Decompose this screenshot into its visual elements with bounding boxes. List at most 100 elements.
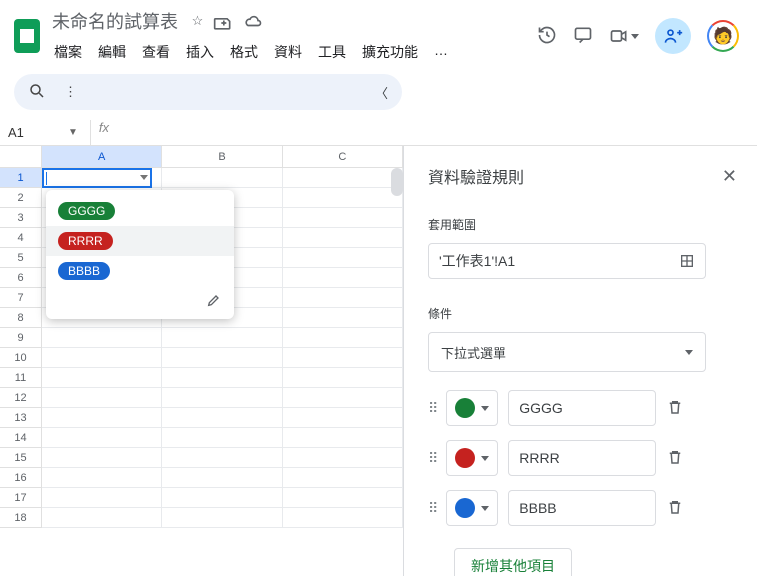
close-icon[interactable]: ✕ xyxy=(722,166,737,187)
cell[interactable] xyxy=(283,468,403,488)
row-header[interactable]: 18 xyxy=(0,508,42,528)
option-value-input[interactable]: RRRR xyxy=(508,440,656,476)
dropdown-option[interactable]: BBBB xyxy=(46,256,234,286)
spreadsheet-grid[interactable]: A B C 123456789101112131415161718 GGGG R… xyxy=(0,146,404,576)
row-header[interactable]: 9 xyxy=(0,328,42,348)
share-button[interactable] xyxy=(655,18,691,54)
menu-data[interactable]: 資料 xyxy=(268,38,308,66)
delete-icon[interactable] xyxy=(666,398,684,419)
sheets-logo-icon[interactable] xyxy=(14,19,40,53)
menu-more[interactable]: … xyxy=(428,38,454,66)
active-cell[interactable] xyxy=(42,168,152,188)
cell[interactable] xyxy=(283,188,403,208)
cell[interactable] xyxy=(283,448,403,468)
cell[interactable] xyxy=(283,288,403,308)
cell[interactable] xyxy=(162,428,282,448)
cell[interactable] xyxy=(283,368,403,388)
option-value-input[interactable]: GGGG xyxy=(508,390,656,426)
cell-dropdown-arrow-icon[interactable] xyxy=(140,175,148,180)
more-vert-icon[interactable]: ⋮ xyxy=(64,84,77,100)
drag-handle-icon[interactable]: ⠿ xyxy=(428,450,436,467)
cell[interactable] xyxy=(283,328,403,348)
collapse-icon[interactable]: 〈 xyxy=(375,83,388,102)
cell[interactable] xyxy=(283,508,403,528)
cell[interactable] xyxy=(42,448,162,468)
row-header[interactable]: 13 xyxy=(0,408,42,428)
row-header[interactable]: 10 xyxy=(0,348,42,368)
row-header[interactable]: 17 xyxy=(0,488,42,508)
select-all-corner[interactable] xyxy=(0,146,42,167)
option-value-input[interactable]: BBBB xyxy=(508,490,656,526)
cell[interactable] xyxy=(42,428,162,448)
cell[interactable] xyxy=(42,368,162,388)
cell[interactable] xyxy=(283,168,403,188)
color-picker[interactable] xyxy=(446,440,498,476)
doc-title[interactable]: 未命名的試算表 xyxy=(48,6,182,36)
cell[interactable] xyxy=(283,248,403,268)
dropdown-option[interactable]: GGGG xyxy=(46,196,234,226)
cell[interactable] xyxy=(162,508,282,528)
menu-insert[interactable]: 插入 xyxy=(180,38,220,66)
color-picker[interactable] xyxy=(446,390,498,426)
cell[interactable] xyxy=(283,408,403,428)
cell[interactable] xyxy=(42,328,162,348)
cell[interactable] xyxy=(162,388,282,408)
account-avatar[interactable]: 🧑 xyxy=(707,20,739,52)
col-header-a[interactable]: A xyxy=(42,146,162,167)
menu-format[interactable]: 格式 xyxy=(224,38,264,66)
cell[interactable] xyxy=(42,468,162,488)
cloud-icon[interactable] xyxy=(243,13,263,36)
drag-handle-icon[interactable]: ⠿ xyxy=(428,500,436,517)
menu-edit[interactable]: 編輯 xyxy=(92,38,132,66)
cell[interactable] xyxy=(42,488,162,508)
name-box[interactable]: A1 xyxy=(8,125,68,140)
cell[interactable] xyxy=(283,488,403,508)
col-header-b[interactable]: B xyxy=(162,146,282,167)
history-icon[interactable] xyxy=(537,25,557,48)
cell[interactable] xyxy=(283,308,403,328)
row-header[interactable]: 12 xyxy=(0,388,42,408)
namebox-dropdown-icon[interactable]: ▼ xyxy=(68,127,78,138)
cell[interactable] xyxy=(283,388,403,408)
row-header[interactable]: 14 xyxy=(0,428,42,448)
cell[interactable] xyxy=(42,408,162,428)
menu-tools[interactable]: 工具 xyxy=(312,38,352,66)
meet-icon[interactable] xyxy=(609,26,639,46)
row-header[interactable]: 2 xyxy=(0,188,42,208)
vertical-scrollbar[interactable] xyxy=(391,168,403,196)
menu-file[interactable]: 檔案 xyxy=(48,38,88,66)
cell[interactable] xyxy=(162,168,282,188)
cell[interactable] xyxy=(283,268,403,288)
cell[interactable] xyxy=(42,388,162,408)
star-icon[interactable]: ☆ xyxy=(192,13,204,36)
row-header[interactable]: 3 xyxy=(0,208,42,228)
cell[interactable] xyxy=(162,408,282,428)
row-header[interactable]: 4 xyxy=(0,228,42,248)
row-header[interactable]: 6 xyxy=(0,268,42,288)
row-header[interactable]: 1 xyxy=(0,168,42,188)
dropdown-option[interactable]: RRRR xyxy=(46,226,234,256)
cell[interactable] xyxy=(162,448,282,468)
row-header[interactable]: 5 xyxy=(0,248,42,268)
col-header-c[interactable]: C xyxy=(283,146,403,167)
row-header[interactable]: 15 xyxy=(0,448,42,468)
edit-dropdown-button[interactable] xyxy=(46,286,234,313)
cell[interactable] xyxy=(42,348,162,368)
formula-bar[interactable]: fx xyxy=(90,120,757,145)
delete-icon[interactable] xyxy=(666,448,684,469)
cell[interactable] xyxy=(162,468,282,488)
menu-extensions[interactable]: 擴充功能 xyxy=(356,38,424,66)
cell[interactable] xyxy=(283,208,403,228)
delete-icon[interactable] xyxy=(666,498,684,519)
add-item-button[interactable]: 新增其他項目 xyxy=(454,548,572,576)
cell[interactable] xyxy=(42,508,162,528)
apply-range-input[interactable]: '工作表1'!A1 xyxy=(428,243,706,279)
menu-view[interactable]: 查看 xyxy=(136,38,176,66)
row-header[interactable]: 8 xyxy=(0,308,42,328)
cell[interactable] xyxy=(283,348,403,368)
row-header[interactable]: 7 xyxy=(0,288,42,308)
cell[interactable] xyxy=(283,428,403,448)
select-range-icon[interactable] xyxy=(679,253,695,269)
criteria-select[interactable]: 下拉式選單 xyxy=(428,332,706,372)
cell[interactable] xyxy=(162,348,282,368)
